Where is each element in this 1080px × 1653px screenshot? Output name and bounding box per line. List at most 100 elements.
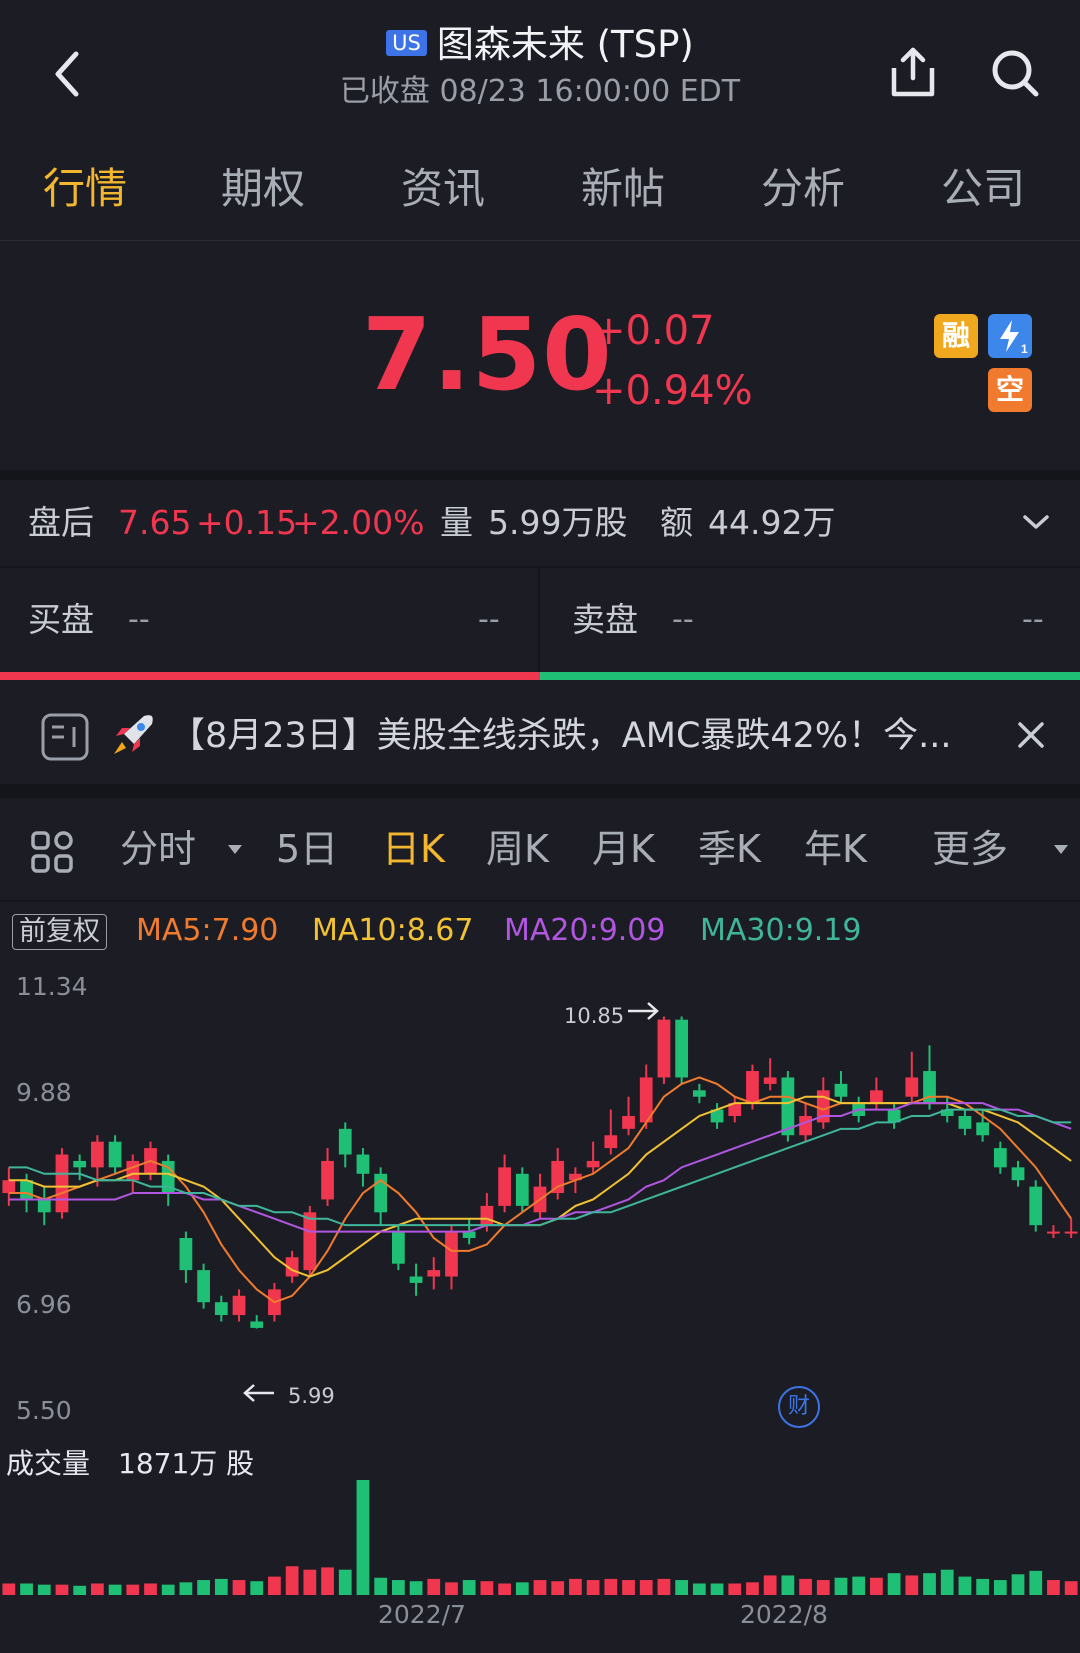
volume-bar bbox=[462, 1580, 476, 1595]
ma20-value: MA20:9.09 bbox=[504, 913, 666, 948]
after-hours-price: 7.65 bbox=[118, 503, 192, 542]
candle-body bbox=[445, 1231, 458, 1277]
tab-quote[interactable]: 行情 bbox=[10, 160, 160, 218]
last-price: 7.50 bbox=[362, 296, 613, 413]
volume-bar bbox=[214, 1578, 228, 1595]
period-more[interactable]: 更多 bbox=[932, 822, 1008, 876]
rocket-icon bbox=[114, 715, 153, 754]
tab-analysis[interactable]: 分析 bbox=[728, 160, 878, 218]
lightning-glyph-icon: 1 bbox=[1000, 320, 1028, 356]
market-badge: US bbox=[386, 29, 427, 56]
candle-body bbox=[55, 1154, 69, 1213]
ask-price: -- bbox=[672, 602, 694, 637]
volume-bar bbox=[905, 1575, 919, 1595]
short-badge[interactable]: 空 bbox=[988, 368, 1032, 412]
margin-badge[interactable]: 融 bbox=[934, 314, 978, 358]
period-quarterly-k[interactable]: 季K bbox=[698, 822, 761, 876]
price-change-pct: +0.94% bbox=[592, 368, 753, 414]
candle-body bbox=[303, 1212, 317, 1271]
x-tick-jul: 2022/7 bbox=[378, 1600, 466, 1629]
candle-body bbox=[692, 1090, 706, 1097]
after-hours-change-pct: +2.00% bbox=[292, 503, 425, 542]
ma5-value: MA5:7.90 bbox=[136, 913, 279, 948]
candle-body bbox=[480, 1205, 494, 1226]
volume-bar bbox=[887, 1573, 901, 1595]
grid-layout-icon[interactable] bbox=[30, 830, 74, 874]
volume-bar bbox=[250, 1581, 264, 1595]
after-hours-change: +0.15 bbox=[196, 503, 298, 542]
candle-body bbox=[427, 1270, 441, 1277]
volume-bar bbox=[993, 1580, 1007, 1595]
volume-bar bbox=[232, 1580, 246, 1595]
period-yearly-k[interactable]: 年K bbox=[804, 822, 867, 876]
volume-bar bbox=[179, 1582, 193, 1595]
left-arrow-icon bbox=[243, 1384, 274, 1402]
more-caret-icon[interactable] bbox=[1052, 842, 1070, 856]
volume-bar bbox=[108, 1584, 122, 1595]
volume-bar bbox=[692, 1583, 706, 1595]
price-change: +0.07 bbox=[592, 308, 715, 354]
candle-body bbox=[214, 1302, 228, 1316]
volume-bar bbox=[480, 1581, 494, 1595]
y-tick-min: 5.50 bbox=[16, 1396, 72, 1425]
volume-bar bbox=[55, 1584, 69, 1595]
candle-body bbox=[409, 1276, 423, 1283]
volume-bar bbox=[551, 1581, 565, 1595]
adjust-toggle[interactable]: 前复权 bbox=[12, 914, 107, 950]
candle-body bbox=[746, 1071, 759, 1104]
candle-body bbox=[763, 1077, 777, 1084]
candle-body bbox=[1064, 1231, 1078, 1234]
volume-bar bbox=[445, 1582, 458, 1595]
news-doc-icon bbox=[41, 713, 89, 761]
volume-bar bbox=[161, 1584, 175, 1595]
ma30-value: MA30:9.19 bbox=[700, 913, 862, 948]
candle-body bbox=[834, 1083, 848, 1097]
period-weekly-k[interactable]: 周K bbox=[486, 822, 549, 876]
candle-body bbox=[622, 1115, 635, 1129]
volume-bar bbox=[746, 1582, 759, 1595]
low-price-marker: 5.99 bbox=[288, 1384, 335, 1408]
ask-label: 卖盘 bbox=[572, 600, 638, 639]
candle-body bbox=[391, 1231, 405, 1264]
share-icon[interactable] bbox=[888, 44, 938, 100]
candle-body bbox=[250, 1321, 264, 1328]
news-ticker[interactable]: 【8月23日】美股全线杀跌，AMC暴跌42%！今... bbox=[0, 688, 1080, 798]
volume-bar bbox=[498, 1583, 511, 1595]
order-book: 买盘 -- -- 卖盘 -- -- bbox=[0, 568, 1080, 680]
period-5day[interactable]: 5日 bbox=[276, 822, 338, 876]
tab-posts[interactable]: 新帖 bbox=[548, 160, 698, 218]
volume-bar bbox=[622, 1580, 635, 1595]
earnings-event-marker[interactable]: 财 bbox=[778, 1386, 820, 1428]
candle-body bbox=[586, 1160, 600, 1168]
period-intraday[interactable]: 分时 bbox=[120, 822, 196, 876]
lightning-icon[interactable]: 1 bbox=[988, 314, 1032, 358]
search-icon[interactable] bbox=[990, 44, 1042, 100]
volume-bar bbox=[569, 1578, 582, 1595]
period-daily-k[interactable]: 日K bbox=[382, 822, 445, 876]
volume-label: 量 bbox=[440, 503, 473, 542]
tab-company[interactable]: 公司 bbox=[908, 160, 1058, 218]
stock-name: 图森未来 (TSP) bbox=[436, 23, 694, 66]
candle-body bbox=[515, 1173, 529, 1206]
volume-bar bbox=[604, 1578, 618, 1595]
tab-news[interactable]: 资讯 bbox=[368, 160, 518, 218]
candle-body bbox=[321, 1160, 334, 1200]
kline-chart[interactable] bbox=[0, 960, 1080, 1380]
volume-bar bbox=[427, 1578, 441, 1595]
candle-body bbox=[958, 1115, 972, 1129]
close-icon[interactable] bbox=[1016, 720, 1046, 750]
candle-body bbox=[993, 1148, 1007, 1168]
after-hours-row[interactable]: 盘后 7.65 +0.15 +2.00% 量 5.99万股 额 44.92万 bbox=[0, 480, 1080, 568]
bid-size: -- bbox=[478, 602, 500, 637]
bid-side: 买盘 -- -- bbox=[0, 568, 540, 672]
tab-options[interactable]: 期权 bbox=[188, 160, 338, 218]
volume-chart[interactable] bbox=[0, 1470, 1080, 1600]
volume-bar bbox=[20, 1583, 33, 1595]
candle-body bbox=[91, 1141, 104, 1168]
period-monthly-k[interactable]: 月K bbox=[592, 822, 655, 876]
caret-down-icon[interactable] bbox=[226, 842, 244, 856]
news-headline[interactable]: 【8月23日】美股全线杀跌，AMC暴跌42%！今... bbox=[170, 708, 952, 764]
chevron-down-icon[interactable] bbox=[1022, 510, 1050, 534]
candle-body bbox=[657, 1019, 671, 1078]
period-selector: 分时 5日 日K 周K 月K 季K 年K 更多 bbox=[0, 800, 1080, 902]
